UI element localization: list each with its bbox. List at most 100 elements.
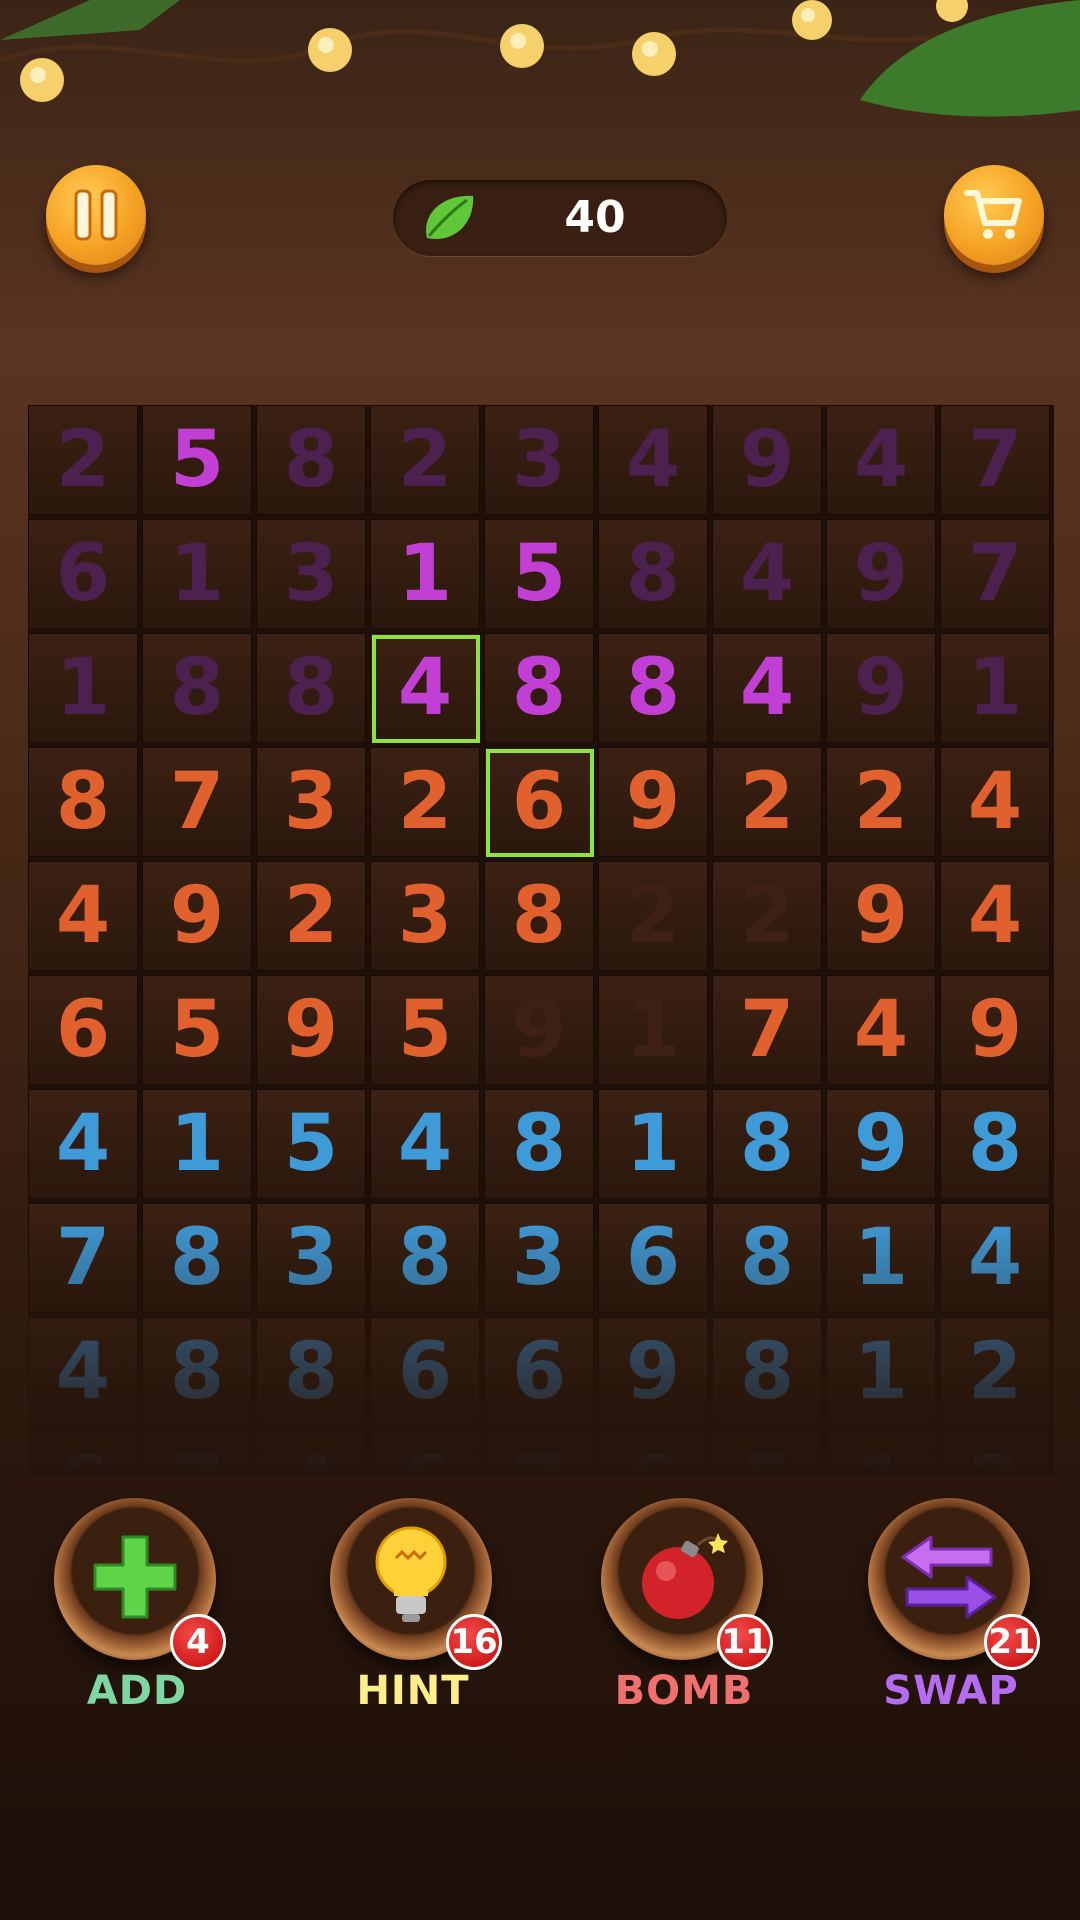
board-cell[interactable]: 7 [142, 747, 252, 857]
board-cell[interactable]: 4 [712, 633, 822, 743]
board-cell[interactable]: 2 [712, 747, 822, 857]
bomb-icon [632, 1527, 732, 1631]
board-cell[interactable]: 9 [826, 633, 936, 743]
board-cell[interactable]: 8 [712, 1317, 822, 1427]
lightbulb-icon [366, 1522, 456, 1636]
board-cell[interactable]: 2 [28, 405, 138, 515]
hint-tool-button[interactable]: 16 HINT [330, 1498, 502, 1714]
board-cell[interactable]: 9 [712, 405, 822, 515]
board-cell[interactable]: 7 [940, 519, 1050, 629]
board-cell[interactable]: 3 [256, 1203, 366, 1313]
board-cell[interactable]: 4 [940, 861, 1050, 971]
board-cell[interactable]: 8 [712, 1089, 822, 1199]
leaf-decoration-left [0, 0, 180, 40]
selected-cell-highlight [486, 749, 594, 857]
board-cell[interactable]: 8 [484, 861, 594, 971]
board-cell[interactable]: 8 [256, 1317, 366, 1427]
shop-button[interactable] [944, 165, 1044, 265]
board-cell[interactable]: 9 [826, 861, 936, 971]
board-cell[interactable]: 8 [28, 747, 138, 857]
board-cell[interactable]: 7 [484, 1431, 594, 1475]
board-cell[interactable]: 6 [484, 1317, 594, 1427]
board-cell[interactable]: 2 [256, 861, 366, 971]
board-cell[interactable]: 5 [256, 1089, 366, 1199]
board-cell[interactable]: 6 [598, 1431, 708, 1475]
board-cell[interactable]: 1 [598, 975, 708, 1085]
board-cell[interactable]: 6 [598, 1203, 708, 1313]
board-cell[interactable]: 8 [256, 405, 366, 515]
board-cell[interactable]: 1 [826, 1317, 936, 1427]
board-cell[interactable]: 9 [142, 861, 252, 971]
board-cell[interactable]: 1 [826, 1431, 936, 1475]
board-cell[interactable]: 5 [142, 405, 252, 515]
board-cell[interactable]: 9 [598, 1317, 708, 1427]
pause-button[interactable] [46, 165, 146, 265]
board-cell[interactable]: 2 [370, 405, 480, 515]
board-cell[interactable]: 9 [826, 519, 936, 629]
board-cell[interactable]: 8 [142, 633, 252, 743]
board-cell[interactable]: 8 [940, 1089, 1050, 1199]
board-cell[interactable]: 3 [370, 861, 480, 971]
board-cell[interactable]: 6 [28, 1431, 138, 1475]
board-cell[interactable]: 4 [826, 405, 936, 515]
board-cell[interactable]: 2 [826, 747, 936, 857]
bomb-tool-button[interactable]: 11 BOMB [601, 1498, 773, 1714]
board-cell[interactable]: 9 [484, 975, 594, 1085]
board-cell[interactable]: 3 [484, 1203, 594, 1313]
board-cell[interactable]: 6 [370, 1317, 480, 1427]
board-cell[interactable]: 8 [484, 1089, 594, 1199]
board-cell[interactable]: 4 [940, 747, 1050, 857]
board-cell[interactable]: 9 [940, 975, 1050, 1085]
board-cell[interactable]: 1 [598, 1089, 708, 1199]
board-cell[interactable]: 9 [826, 1089, 936, 1199]
number-board: 2582349476131584971884884918732692244923… [28, 405, 1054, 1475]
board-cell[interactable]: 2 [940, 1317, 1050, 1427]
board-cell[interactable]: 2 [940, 1431, 1050, 1475]
board-cell[interactable]: 8 [142, 1203, 252, 1313]
board-cell[interactable]: 7 [940, 405, 1050, 515]
board-cell[interactable]: 8 [370, 1203, 480, 1313]
board-cell[interactable]: 4 [28, 1089, 138, 1199]
board-cell[interactable]: 6 [370, 1431, 480, 1475]
board-cell[interactable]: 8 [484, 633, 594, 743]
board-cell[interactable]: 3 [256, 519, 366, 629]
board-cell[interactable]: 1 [142, 519, 252, 629]
board-cell[interactable]: 4 [826, 975, 936, 1085]
board-cell[interactable]: 1 [142, 1089, 252, 1199]
board-cell[interactable]: 5 [142, 975, 252, 1085]
board-cell[interactable]: 4 [256, 1431, 366, 1475]
board-cell[interactable]: 7 [28, 1203, 138, 1313]
board-cell[interactable]: 4 [712, 519, 822, 629]
board-cell[interactable]: 5 [484, 519, 594, 629]
plus-icon [87, 1529, 183, 1629]
board-cell[interactable]: 5 [370, 975, 480, 1085]
board-cell[interactable]: 7 [142, 1431, 252, 1475]
add-tool-button[interactable]: 4 ADD [54, 1498, 226, 1714]
board-cell[interactable]: 4 [28, 861, 138, 971]
board-cell[interactable]: 8 [712, 1203, 822, 1313]
board-cell[interactable]: 8 [256, 633, 366, 743]
board-cell[interactable]: 7 [712, 975, 822, 1085]
board-cell[interactable]: 4 [28, 1317, 138, 1427]
board-cell[interactable]: 5 [712, 1431, 822, 1475]
board-cell[interactable]: 4 [940, 1203, 1050, 1313]
board-cell[interactable]: 9 [598, 747, 708, 857]
board-cell[interactable]: 9 [256, 975, 366, 1085]
board-cell[interactable]: 4 [370, 1089, 480, 1199]
board-cell[interactable]: 2 [598, 861, 708, 971]
board-cell[interactable]: 1 [370, 519, 480, 629]
board-cell[interactable]: 2 [370, 747, 480, 857]
swap-tool-button[interactable]: 21 SWAP [868, 1498, 1040, 1714]
board-cell[interactable]: 1 [28, 633, 138, 743]
board-cell[interactable]: 6 [28, 975, 138, 1085]
board-cell[interactable]: 3 [484, 405, 594, 515]
board-cell[interactable]: 6 [28, 519, 138, 629]
board-cell[interactable]: 1 [826, 1203, 936, 1313]
board-cell[interactable]: 3 [256, 747, 366, 857]
board-cell[interactable]: 2 [712, 861, 822, 971]
board-cell[interactable]: 1 [940, 633, 1050, 743]
board-cell[interactable]: 8 [598, 633, 708, 743]
board-cell[interactable]: 8 [142, 1317, 252, 1427]
board-cell[interactable]: 4 [598, 405, 708, 515]
board-cell[interactable]: 8 [598, 519, 708, 629]
